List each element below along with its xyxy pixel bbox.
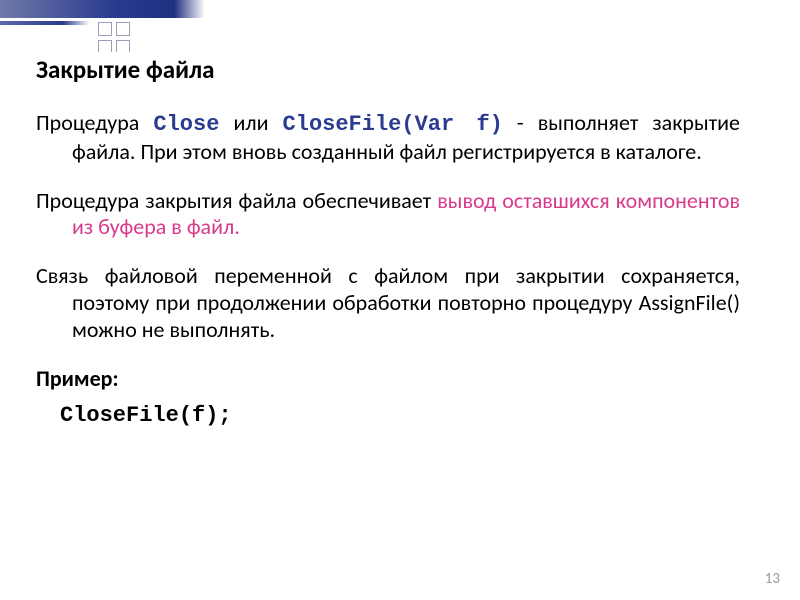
paragraph-1: Процедура Close или CloseFile(Var f) - в… — [36, 110, 740, 166]
p1-mid1: или — [219, 109, 282, 136]
page-number: 13 — [765, 570, 780, 588]
p2-lead: Процедура закрытия файла обеспечивает — [36, 187, 437, 214]
deco-bar-bottom — [0, 21, 90, 25]
deco-square — [98, 22, 112, 36]
example-code: CloseFile(f); — [36, 403, 740, 430]
example-label: Пример: — [36, 366, 740, 393]
paragraph-2: Процедура закрытия файла обеспечивает вы… — [36, 188, 740, 242]
deco-bar-top — [0, 0, 205, 18]
p1-lead: Процедура — [36, 109, 153, 136]
slide-body: Процедура Close или CloseFile(Var f) - в… — [36, 110, 740, 429]
slide-heading: Закрытие файла — [36, 54, 215, 85]
paragraph-3: Связь файловой переменной с файлом при з… — [36, 263, 740, 343]
proc-close: Close — [153, 112, 219, 137]
deco-square — [98, 40, 112, 52]
deco-square — [116, 40, 130, 52]
proc-closefile: CloseFile(Var f) — [283, 112, 503, 137]
slide-decoration — [0, 0, 220, 52]
deco-square — [116, 22, 130, 36]
slide: Закрытие файла Процедура Close или Close… — [0, 0, 800, 600]
